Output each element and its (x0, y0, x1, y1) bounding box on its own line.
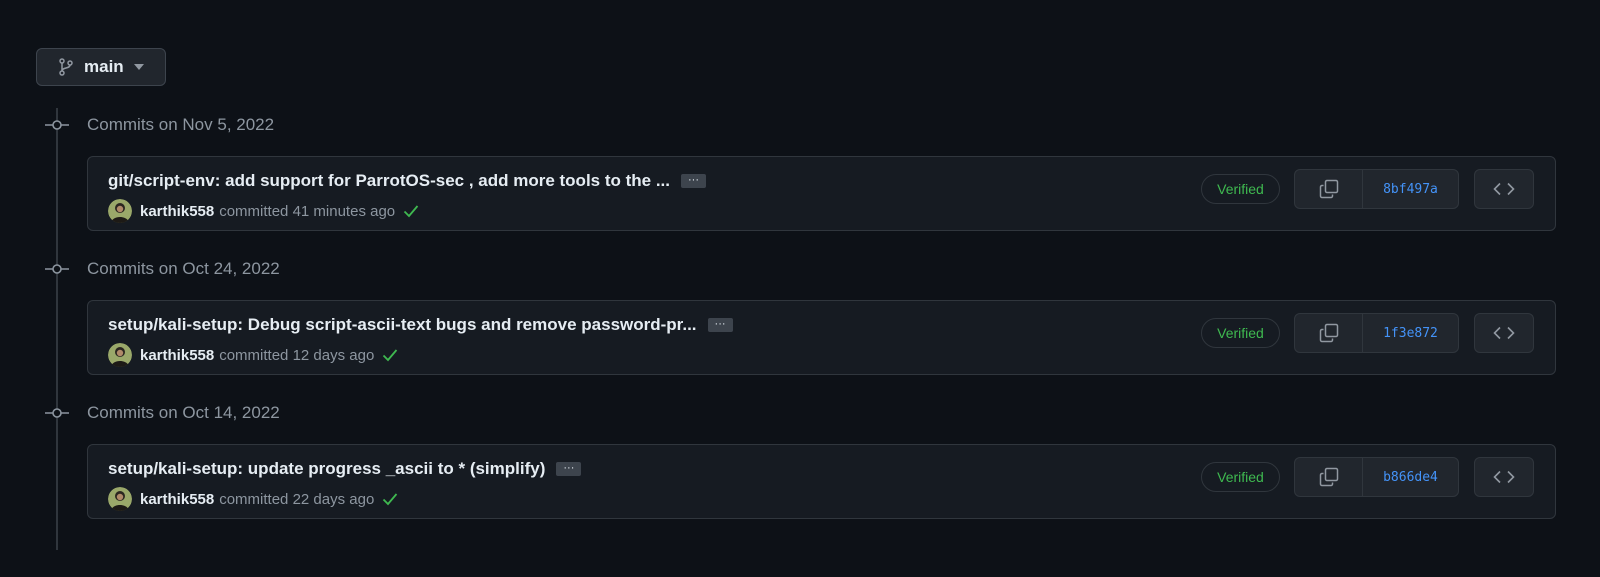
copy-icon (1319, 179, 1338, 199)
commits-page: main Commits on Nov 5, 2022 git/script-e… (0, 0, 1600, 577)
branch-name: main (84, 57, 124, 76)
commit-node-icon (45, 408, 69, 418)
commit-author[interactable]: karthik558 (140, 347, 214, 364)
code-icon (1493, 326, 1515, 340)
code-icon (1493, 182, 1515, 196)
commit-group-header: Commits on Oct 24, 2022 (45, 257, 280, 281)
commit-title-row: setup/kali-setup: update progress _ascii… (108, 459, 582, 479)
commit-meta: karthik558 committed 22 days ago (108, 487, 398, 511)
commit-node-icon (45, 120, 69, 130)
sha-button-group: 8bf497a (1294, 169, 1459, 209)
browse-repository-button[interactable] (1474, 457, 1534, 497)
verified-badge[interactable]: Verified (1201, 318, 1280, 348)
expand-description-button[interactable]: ··· (681, 174, 707, 188)
caret-down-icon (133, 64, 144, 70)
commit-time: committed 22 days ago (219, 490, 375, 508)
commit-time: committed 41 minutes ago (219, 202, 396, 220)
commit-title-row: setup/kali-setup: Debug script-ascii-tex… (108, 315, 733, 335)
avatar[interactable] (108, 487, 132, 511)
code-icon (1493, 470, 1515, 484)
check-icon[interactable] (382, 348, 398, 362)
commit-author[interactable]: karthik558 (140, 203, 214, 220)
commit-time: committed 12 days ago (219, 346, 375, 364)
commit-sha-link[interactable]: 8bf497a (1363, 170, 1458, 208)
commit-title-link[interactable]: setup/kali-setup: update progress _ascii… (108, 459, 545, 479)
timeline-line (56, 108, 58, 550)
expand-description-button[interactable]: ··· (707, 318, 733, 332)
avatar[interactable] (108, 343, 132, 367)
commit-meta: karthik558 committed 12 days ago (108, 343, 398, 367)
check-icon[interactable] (403, 204, 419, 218)
commit-sha-link[interactable]: 1f3e872 (1363, 314, 1458, 352)
commit-node-icon (45, 264, 69, 274)
browse-repository-button[interactable] (1474, 313, 1534, 353)
copy-icon (1319, 323, 1338, 343)
commit-group-date: Commits on Nov 5, 2022 (87, 115, 275, 134)
expand-description-button[interactable]: ··· (556, 462, 582, 476)
commit-author[interactable]: karthik558 (140, 491, 214, 508)
commit-row: setup/kali-setup: Debug script-ascii-tex… (87, 300, 1556, 375)
commit-row: setup/kali-setup: update progress _ascii… (87, 444, 1556, 519)
sha-button-group: 1f3e872 (1294, 313, 1459, 353)
copy-icon (1319, 467, 1338, 487)
git-branch-icon (59, 58, 73, 76)
commit-row: git/script-env: add support for ParrotOS… (87, 156, 1556, 231)
copy-sha-button[interactable] (1295, 314, 1363, 352)
commit-sha-link[interactable]: b866de4 (1363, 458, 1458, 496)
commit-meta: karthik558 committed 41 minutes ago (108, 199, 419, 223)
commit-title-row: git/script-env: add support for ParrotOS… (108, 171, 707, 191)
commit-title-link[interactable]: setup/kali-setup: Debug script-ascii-tex… (108, 315, 697, 335)
avatar[interactable] (108, 199, 132, 223)
verified-badge[interactable]: Verified (1201, 174, 1280, 204)
verified-badge[interactable]: Verified (1201, 462, 1280, 492)
sha-button-group: b866de4 (1294, 457, 1459, 497)
copy-sha-button[interactable] (1295, 458, 1363, 496)
commit-group-date: Commits on Oct 14, 2022 (87, 403, 280, 422)
copy-sha-button[interactable] (1295, 170, 1363, 208)
commit-group-header: Commits on Nov 5, 2022 (45, 113, 274, 137)
commit-title-link[interactable]: git/script-env: add support for ParrotOS… (108, 171, 670, 191)
browse-repository-button[interactable] (1474, 169, 1534, 209)
check-icon[interactable] (382, 492, 398, 506)
commit-group-date: Commits on Oct 24, 2022 (87, 259, 280, 278)
commit-group-header: Commits on Oct 14, 2022 (45, 401, 280, 425)
branch-selector-button[interactable]: main (36, 48, 166, 86)
